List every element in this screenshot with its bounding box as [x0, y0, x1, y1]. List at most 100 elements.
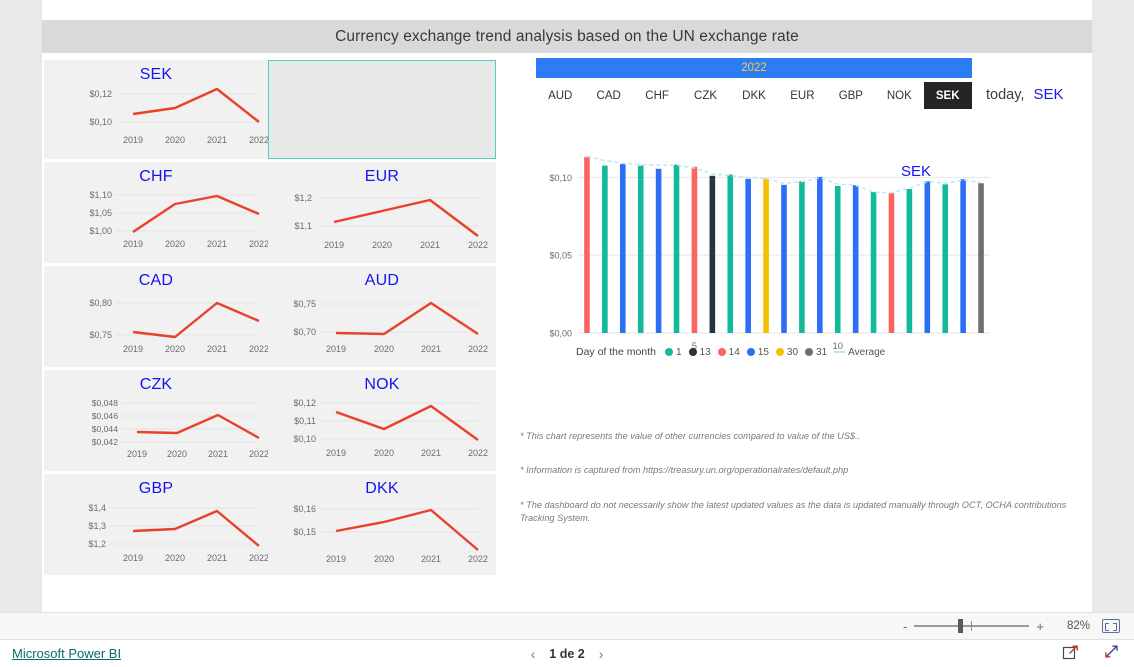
svg-text:2021: 2021: [207, 344, 227, 354]
legend-swatch-icon: [664, 348, 673, 356]
tab-aud[interactable]: AUD: [536, 82, 584, 109]
legend-swatch-icon: [717, 348, 726, 356]
page-navigator: ‹ 1 de 2 ›: [517, 646, 618, 662]
legend-item-15[interactable]: 15: [746, 346, 769, 358]
zoom-slider-thumb[interactable]: [958, 619, 964, 633]
mini-chart-aud[interactable]: AUD $0,75 $0,70 2019 2020 2021 2022: [268, 266, 496, 367]
legend-item-30[interactable]: 30: [775, 346, 799, 358]
zoom-slider[interactable]: [914, 619, 1030, 633]
tab-eur[interactable]: EUR: [778, 82, 826, 109]
svg-text:2021: 2021: [420, 240, 440, 250]
svg-text:2020: 2020: [167, 449, 187, 459]
legend-label: 13: [699, 346, 711, 358]
mini-chart-dkk[interactable]: DKK $0,16 $0,15 2019 2020 2021 2022: [268, 474, 496, 575]
tab-cad[interactable]: CAD: [584, 82, 632, 109]
svg-text:2022: 2022: [468, 344, 488, 354]
next-page-icon[interactable]: ›: [599, 646, 604, 662]
canvas-margin-right: [1092, 0, 1134, 612]
mini-chart-sek[interactable]: SEK $0,12 $0,10 2019 2020 2021 2022: [44, 60, 268, 159]
tab-czk[interactable]: CZK: [681, 82, 729, 109]
legend-item-1[interactable]: 1: [664, 346, 682, 358]
legend-label: 15: [757, 346, 769, 358]
tab-gbp[interactable]: GBP: [827, 82, 875, 109]
legend-item-average[interactable]: Average: [834, 347, 885, 358]
svg-text:$0,00: $0,00: [549, 329, 572, 339]
share-icon[interactable]: [1062, 643, 1079, 665]
svg-text:2022: 2022: [468, 240, 488, 250]
tab-nok[interactable]: NOK: [875, 82, 923, 109]
legend-label: 1: [675, 346, 682, 358]
legend-item-14[interactable]: 14: [717, 346, 740, 358]
zoom-in-button[interactable]: +: [1036, 619, 1044, 634]
mini-chart-nok[interactable]: NOK $0,12 $0,11 $0,10 2019 2020 2021 202…: [268, 370, 496, 471]
svg-text:$0,75: $0,75: [89, 330, 112, 340]
svg-text:$0,80: $0,80: [89, 298, 112, 308]
tab-sek[interactable]: SEK: [923, 82, 972, 109]
mini-chart-czk[interactable]: CZK $0,048 $0,046 $0,044 $0,042 2019 202…: [44, 370, 268, 471]
small-multiples-column-right: EUR $1,2 $1,1 2019 2020 2021 2022 AUD $0…: [268, 60, 496, 578]
bar-chart-legend: Day of the month 1 13 14 15 30 31 Averag…: [576, 346, 892, 358]
footnotes-block: * This chart represents the value of oth…: [520, 430, 1080, 546]
legend-swatch-icon: [775, 348, 784, 356]
svg-text:2020: 2020: [374, 554, 394, 564]
svg-text:2019: 2019: [127, 449, 147, 459]
svg-text:2022: 2022: [249, 135, 268, 145]
fullscreen-icon[interactable]: [1103, 643, 1120, 665]
svg-text:$0,044: $0,044: [92, 424, 119, 434]
mini-chart-cad[interactable]: CAD $0,80 $0,75 2019 2020 2021 2022: [44, 266, 268, 367]
svg-text:2022: 2022: [249, 239, 268, 249]
svg-text:2021: 2021: [208, 449, 228, 459]
legend-label: 14: [728, 346, 740, 358]
svg-text:$1,10: $1,10: [89, 190, 112, 200]
svg-text:2021: 2021: [207, 135, 227, 145]
svg-text:2019: 2019: [123, 239, 143, 249]
legend-title: Day of the month: [576, 346, 656, 358]
svg-text:2022: 2022: [249, 344, 268, 354]
page-title: Currency exchange trend analysis based o…: [335, 27, 799, 45]
svg-text:2020: 2020: [165, 553, 185, 563]
tab-dkk[interactable]: DKK: [730, 82, 778, 109]
svg-text:2022: 2022: [468, 448, 488, 458]
zoom-percent-label: 82%: [1066, 620, 1090, 632]
legend-item-31[interactable]: 31: [805, 347, 827, 358]
svg-text:2021: 2021: [421, 448, 441, 458]
svg-text:2022: 2022: [249, 449, 268, 459]
svg-text:$0,15: $0,15: [293, 527, 316, 537]
svg-text:2019: 2019: [123, 344, 143, 354]
svg-text:$0,10: $0,10: [293, 434, 316, 444]
svg-text:$1,2: $1,2: [294, 193, 312, 203]
mini-chart-eur[interactable]: EUR $1,2 $1,1 2019 2020 2021 2022: [268, 162, 496, 263]
svg-text:$0,12: $0,12: [293, 398, 316, 408]
mini-chart-chf[interactable]: CHF $1,10 $1,05 $1,00 2019 2020 2021 202…: [44, 162, 268, 263]
svg-text:2020: 2020: [374, 448, 394, 458]
svg-text:2019: 2019: [326, 344, 346, 354]
svg-text:2019: 2019: [326, 448, 346, 458]
selected-empty-visual[interactable]: [268, 60, 496, 159]
zoom-toolbar: - + 82%: [0, 612, 1134, 639]
today-currency-code: SEK: [1033, 86, 1064, 103]
mini-chart-gbp[interactable]: GBP $1,4 $1,3 $1,2 2019 2020 2021 2022: [44, 474, 268, 575]
year-slicer[interactable]: 2022: [536, 58, 972, 78]
svg-text:$0,16: $0,16: [293, 504, 316, 514]
legend-item-13[interactable]: 13: [688, 346, 711, 358]
zoom-out-button[interactable]: -: [903, 619, 907, 634]
daily-rate-bar-chart[interactable]: $0,00 $0,05 $0,10 5 10 SEK: [534, 146, 994, 361]
tab-chf[interactable]: CHF: [633, 82, 681, 109]
mini-chart-plot-aud: $0,75 $0,70 2019 2020 2021 2022: [268, 266, 496, 367]
svg-text:2021: 2021: [207, 239, 227, 249]
fit-to-page-icon[interactable]: [1102, 619, 1120, 633]
svg-text:2021: 2021: [207, 553, 227, 563]
svg-text:2020: 2020: [165, 135, 185, 145]
svg-text:$0,046: $0,046: [92, 411, 119, 421]
mini-chart-plot-dkk: $0,16 $0,15 2019 2020 2021 2022: [268, 474, 496, 575]
legend-label: Average: [848, 346, 886, 358]
legend-swatch-icon: [688, 348, 697, 356]
microsoft-power-bi-link[interactable]: Microsoft Power BI: [12, 646, 121, 661]
legend-label: 30: [786, 346, 799, 358]
svg-text:2021: 2021: [421, 344, 441, 354]
svg-text:$0,042: $0,042: [92, 437, 119, 447]
previous-page-icon[interactable]: ‹: [531, 646, 536, 662]
legend-swatch-icon: [805, 348, 814, 356]
svg-text:2019: 2019: [123, 135, 143, 145]
power-bi-report-viewer: Currency exchange trend analysis based o…: [0, 0, 1134, 667]
